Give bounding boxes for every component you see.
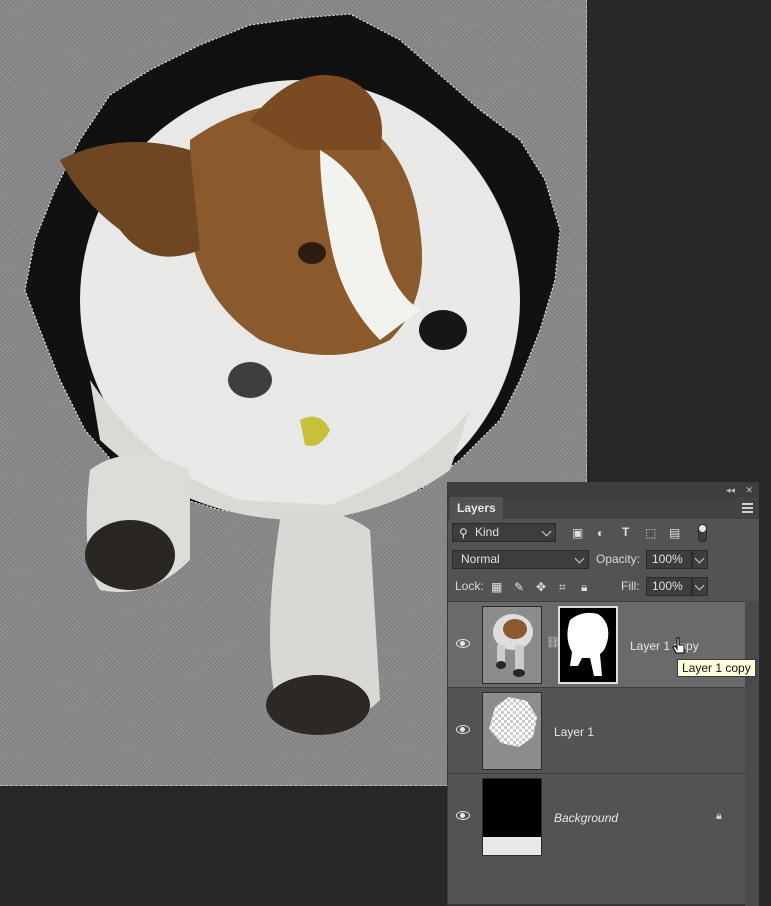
- layer-name[interactable]: Background: [554, 811, 618, 825]
- hand-cursor-icon: [672, 637, 685, 654]
- layer-mask-thumbnail[interactable]: [558, 606, 618, 684]
- panel-tabbar: Layers: [448, 497, 759, 519]
- filter-toggle-icon[interactable]: [698, 524, 707, 542]
- fill-dropdown[interactable]: [692, 577, 708, 596]
- layer-name[interactable]: Layer 1 copy: [630, 639, 699, 653]
- close-icon[interactable]: ✕: [745, 483, 753, 497]
- lock-all-icon[interactable]: 🔒︎: [581, 580, 587, 594]
- eye-icon[interactable]: [456, 639, 470, 648]
- fill-label: Fill:: [621, 579, 640, 593]
- panel-menu-icon[interactable]: [742, 503, 753, 513]
- opacity-dropdown[interactable]: [692, 550, 708, 569]
- filter-row: ⚲ Kind ▣ ◐ T ⬚ ▤: [448, 519, 759, 546]
- adjustment-filter-icon[interactable]: ◐: [597, 526, 604, 540]
- tooltip: Layer 1 copy: [677, 659, 756, 677]
- layer-row[interactable]: Background 🔒︎: [448, 773, 746, 859]
- image-filter-icon[interactable]: ▣: [572, 526, 583, 540]
- panel-scrollbar[interactable]: [745, 601, 759, 906]
- blend-mode-dropdown[interactable]: Normal: [452, 550, 589, 569]
- tab-layers[interactable]: Layers: [450, 497, 503, 519]
- layers-list: ⛓ Layer 1 copy Layer 1 Background 🔒︎: [448, 601, 746, 859]
- eye-icon[interactable]: [456, 725, 470, 734]
- search-icon: ⚲: [459, 526, 468, 540]
- lock-label: Lock:: [455, 579, 484, 593]
- lock-row: Lock: ▦ ✎ ✥ ⌗ 🔒︎ Fill: 100%: [448, 573, 759, 600]
- layer-name[interactable]: Layer 1: [554, 725, 594, 739]
- opacity-input[interactable]: 100%: [646, 550, 692, 569]
- opacity-label: Opacity:: [596, 552, 641, 566]
- layer-row[interactable]: Layer 1: [448, 687, 746, 773]
- layer-thumbnail[interactable]: [482, 606, 542, 684]
- blend-mode-value: Normal: [461, 552, 500, 566]
- lock-artboard-icon[interactable]: ⌗: [559, 580, 566, 594]
- lock-position-icon[interactable]: ✥: [536, 580, 546, 594]
- layer-thumbnail[interactable]: [482, 778, 542, 856]
- blend-row: Normal Opacity: 100%: [448, 546, 759, 573]
- lock-paint-icon[interactable]: ✎: [514, 580, 524, 594]
- kind-filter-label: Kind: [475, 525, 500, 539]
- lock-icon[interactable]: 🔒︎: [716, 810, 722, 823]
- smart-object-filter-icon[interactable]: ▤: [669, 526, 680, 540]
- opacity-value: 100%: [652, 552, 683, 566]
- chevron-down-icon: [574, 553, 585, 564]
- fill-input[interactable]: 100%: [646, 577, 692, 596]
- layers-panel: ◂◂ ✕ Layers ⚲ Kind ▣ ◐ T ⬚ ▤ Normal Opac…: [447, 482, 759, 906]
- panel-titlebar[interactable]: ◂◂ ✕: [448, 483, 759, 497]
- eye-icon[interactable]: [456, 811, 470, 820]
- shape-filter-icon[interactable]: ⬚: [645, 526, 656, 540]
- layer-thumbnail[interactable]: [482, 692, 542, 770]
- chevron-down-icon: [541, 526, 552, 537]
- kind-filter-dropdown[interactable]: ⚲ Kind: [452, 523, 556, 542]
- chevron-down-icon: [694, 553, 705, 564]
- lock-transparent-icon[interactable]: ▦: [491, 580, 502, 594]
- fill-value: 100%: [652, 579, 683, 593]
- type-filter-icon[interactable]: T: [622, 525, 629, 539]
- collapse-icon[interactable]: ◂◂: [726, 483, 735, 497]
- chevron-down-icon: [694, 580, 705, 591]
